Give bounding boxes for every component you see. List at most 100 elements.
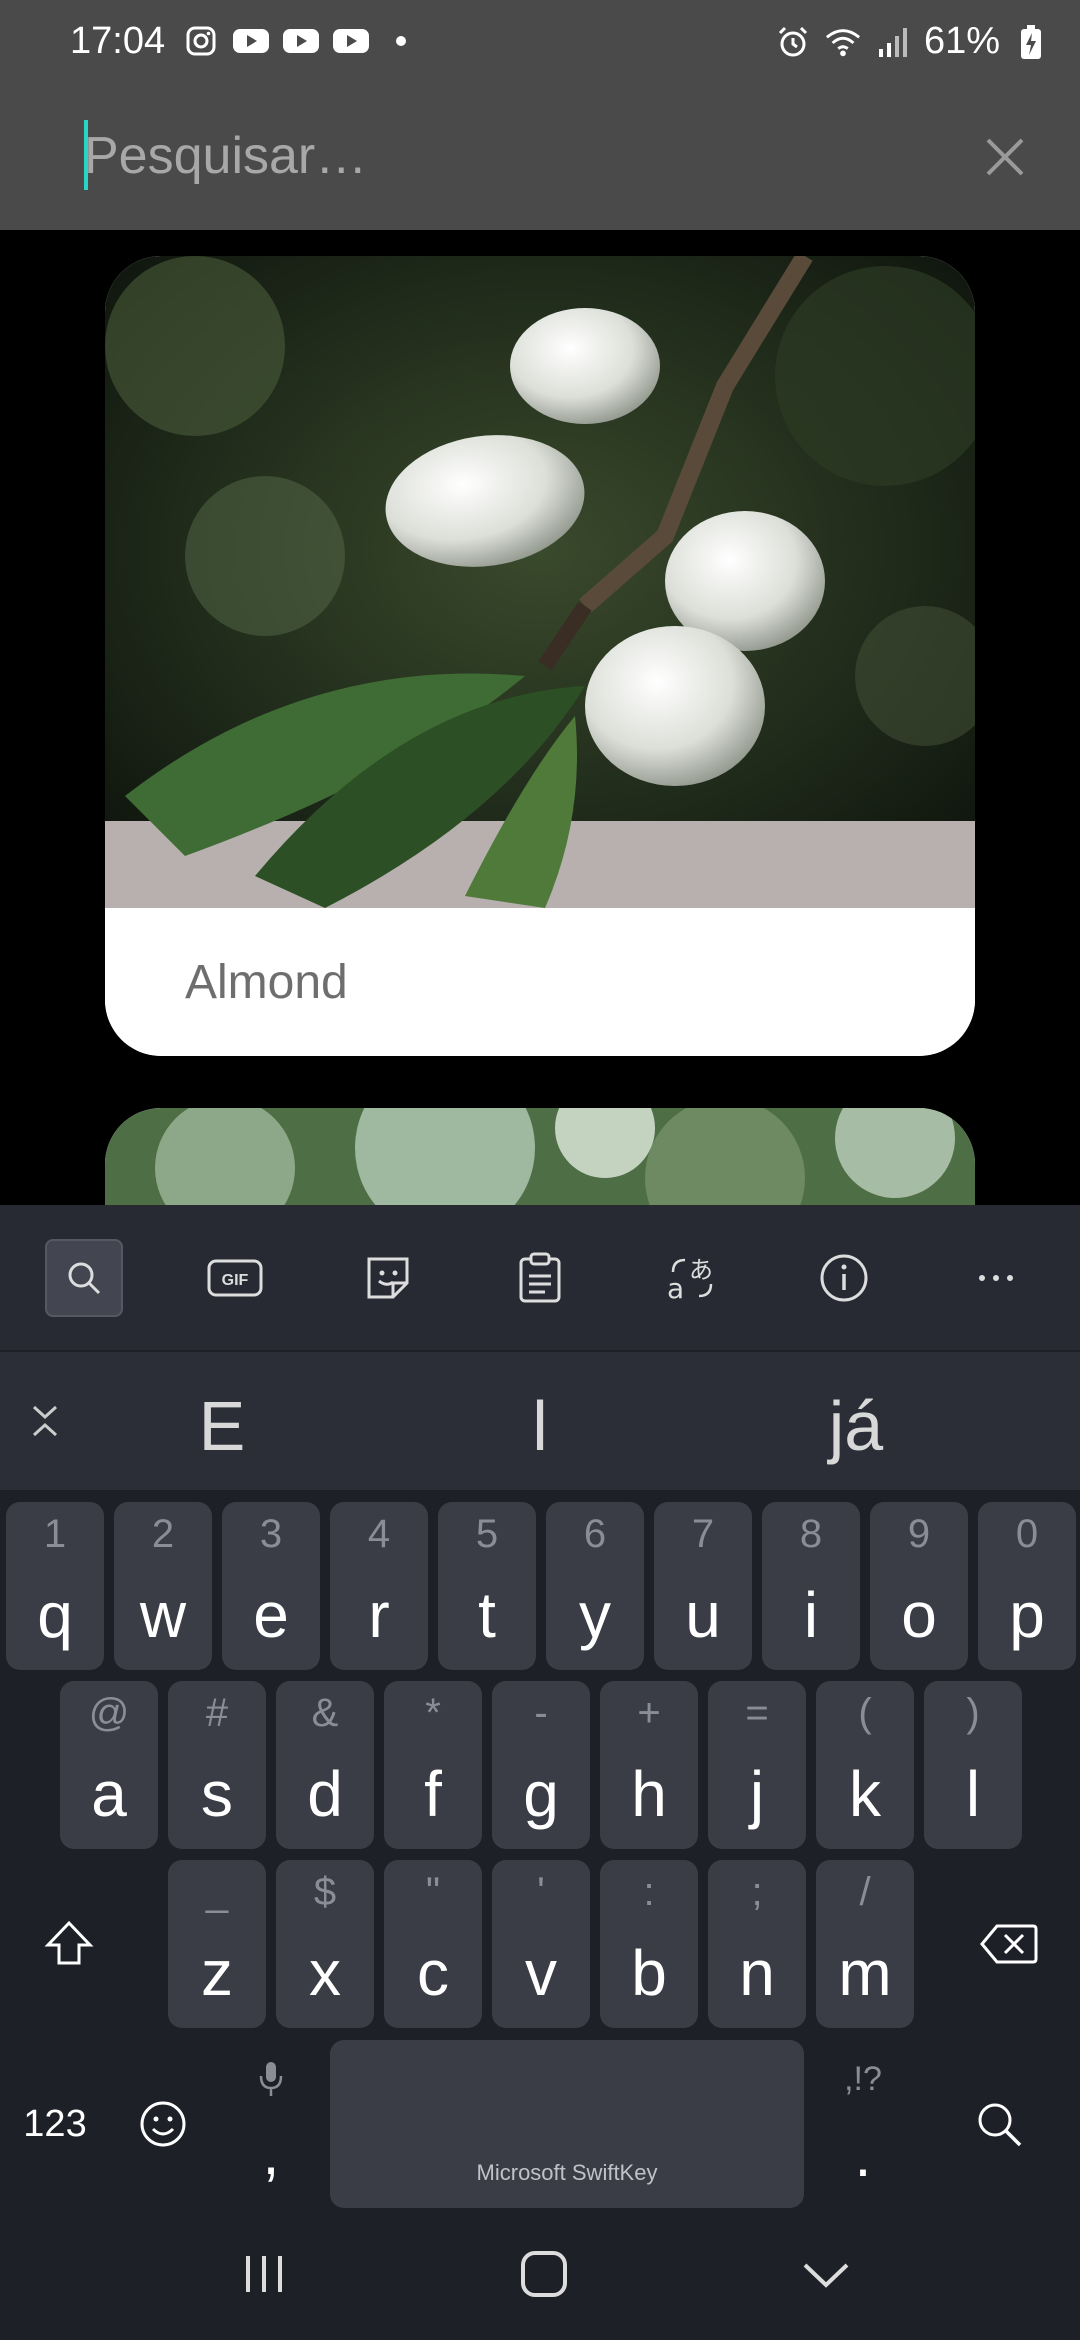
- home-button[interactable]: [494, 2238, 594, 2310]
- search-icon: [978, 2103, 1022, 2147]
- results-list: Almond: [0, 230, 1080, 1205]
- sticker-button[interactable]: [349, 1239, 427, 1317]
- space-key[interactable]: Microsoft SwiftKey: [330, 2040, 804, 2208]
- key-v[interactable]: ' v: [492, 1860, 590, 2028]
- result-card[interactable]: [105, 1108, 975, 1205]
- keyboard: GIF aあ E l já 1q 2w 3e 4r 5t 6y 7u 8i 9o…: [0, 1205, 1080, 2340]
- close-icon: [986, 138, 1024, 176]
- hide-keyboard-button[interactable]: [776, 2238, 876, 2310]
- emoji-key[interactable]: [114, 2040, 212, 2208]
- shift-key[interactable]: [20, 1860, 118, 2028]
- clear-search-button[interactable]: [970, 122, 1040, 192]
- status-time: 17:04: [70, 20, 166, 62]
- key-j[interactable]: = j: [708, 1681, 806, 1849]
- key-t[interactable]: 5t: [438, 1502, 536, 1670]
- key-w[interactable]: 2w: [114, 1502, 212, 1670]
- dot-icon: [382, 22, 420, 60]
- key-h[interactable]: + h: [600, 1681, 698, 1849]
- instagram-icon: [182, 22, 220, 60]
- collapse-icon: [32, 1405, 58, 1437]
- search-input[interactable]: [84, 118, 944, 194]
- info-icon: [820, 1254, 868, 1302]
- key-n[interactable]: ; n: [708, 1860, 806, 2028]
- translate-button[interactable]: aあ: [653, 1239, 731, 1317]
- system-icons: 61%: [774, 20, 1050, 63]
- key-l[interactable]: ) l: [924, 1681, 1022, 1849]
- period-label: .: [854, 2122, 872, 2189]
- recent-apps-icon: [246, 2256, 282, 2292]
- gif-icon: GIF: [207, 1259, 263, 1297]
- key-r[interactable]: 4r: [330, 1502, 428, 1670]
- youtube-icon: [232, 22, 270, 60]
- period-key[interactable]: ,!? .: [814, 2040, 912, 2208]
- key-e[interactable]: 3e: [222, 1502, 320, 1670]
- almond-photo: [105, 256, 975, 908]
- youtube-icon: [282, 22, 320, 60]
- recent-apps-button[interactable]: [214, 2238, 314, 2310]
- key-z[interactable]: _ z: [168, 1860, 266, 2028]
- result-card[interactable]: Almond: [105, 256, 975, 1056]
- key-d[interactable]: & d: [276, 1681, 374, 1849]
- comma-key[interactable]: ,: [222, 2040, 320, 2208]
- notification-icons: [182, 22, 420, 60]
- alarm-icon: [774, 23, 812, 61]
- info-button[interactable]: [805, 1239, 883, 1317]
- plant-photo: [105, 1108, 975, 1205]
- svg-text:あ: あ: [689, 1256, 713, 1284]
- key-y[interactable]: 6y: [546, 1502, 644, 1670]
- navigation-bar: [0, 2208, 1080, 2340]
- period-hint: ,!?: [844, 2060, 882, 2098]
- chevron-down-icon: [803, 2263, 849, 2288]
- svg-text:GIF: GIF: [222, 1272, 249, 1289]
- clipboard-button[interactable]: [501, 1239, 579, 1317]
- key-x[interactable]: $ x: [276, 1860, 374, 2028]
- space-brand-label: Microsoft SwiftKey: [476, 2160, 658, 2185]
- key-a[interactable]: @ a: [60, 1681, 158, 1849]
- wifi-icon: [824, 23, 862, 61]
- battery-charging-icon: [1012, 23, 1050, 61]
- kb-search-button[interactable]: [45, 1239, 123, 1317]
- key-c[interactable]: " c: [384, 1860, 482, 2028]
- more-icon: [979, 1275, 1013, 1281]
- keyboard-toolbar: GIF aあ: [0, 1205, 1080, 1350]
- card-title: Almond: [185, 955, 348, 1009]
- key-q[interactable]: 1q: [6, 1502, 104, 1670]
- battery-percent: 61%: [923, 20, 1000, 62]
- text-cursor: [84, 120, 88, 190]
- collapse-suggestions-button[interactable]: [22, 1398, 68, 1444]
- key-s[interactable]: # s: [168, 1681, 266, 1849]
- svg-text:a: a: [667, 1272, 684, 1304]
- key-p[interactable]: 0p: [978, 1502, 1076, 1670]
- more-button[interactable]: [957, 1239, 1035, 1317]
- shift-icon: [44, 1920, 94, 1965]
- backspace-key[interactable]: [960, 1860, 1058, 2028]
- microphone-icon: [259, 2062, 283, 2096]
- key-o[interactable]: 9o: [870, 1502, 968, 1670]
- key-i[interactable]: 8i: [762, 1502, 860, 1670]
- key-u[interactable]: 7u: [654, 1502, 752, 1670]
- suggestion-1[interactable]: E: [122, 1386, 322, 1466]
- clipboard-icon: [519, 1252, 561, 1303]
- suggestion-3[interactable]: já: [756, 1386, 956, 1466]
- signal-icon: [874, 23, 912, 61]
- key-b[interactable]: :b: [600, 1860, 698, 2028]
- key-k[interactable]: (k: [816, 1681, 914, 1849]
- suggestion-bar: E l já: [0, 1352, 1080, 1490]
- suggestion-2[interactable]: l: [440, 1386, 640, 1466]
- sticker-icon: [367, 1257, 409, 1299]
- comma-label: ,: [262, 2120, 280, 2187]
- key-g[interactable]: -g: [492, 1681, 590, 1849]
- key-m[interactable]: / m: [816, 1860, 914, 2028]
- emoji-icon: [140, 2101, 186, 2147]
- gif-button[interactable]: GIF: [196, 1239, 274, 1317]
- key-f[interactable]: * f: [384, 1681, 482, 1849]
- search-icon: [68, 1262, 101, 1295]
- status-bar: 17:04 61%: [0, 0, 1080, 86]
- home-icon: [521, 2251, 567, 2297]
- youtube-icon: [332, 22, 370, 60]
- search-action-key[interactable]: [950, 2040, 1048, 2208]
- backspace-icon: [980, 1924, 1038, 1964]
- translate-icon: aあ: [667, 1256, 713, 1304]
- card-caption: Almond: [105, 908, 975, 1056]
- numbers-key[interactable]: 123: [6, 2040, 104, 2208]
